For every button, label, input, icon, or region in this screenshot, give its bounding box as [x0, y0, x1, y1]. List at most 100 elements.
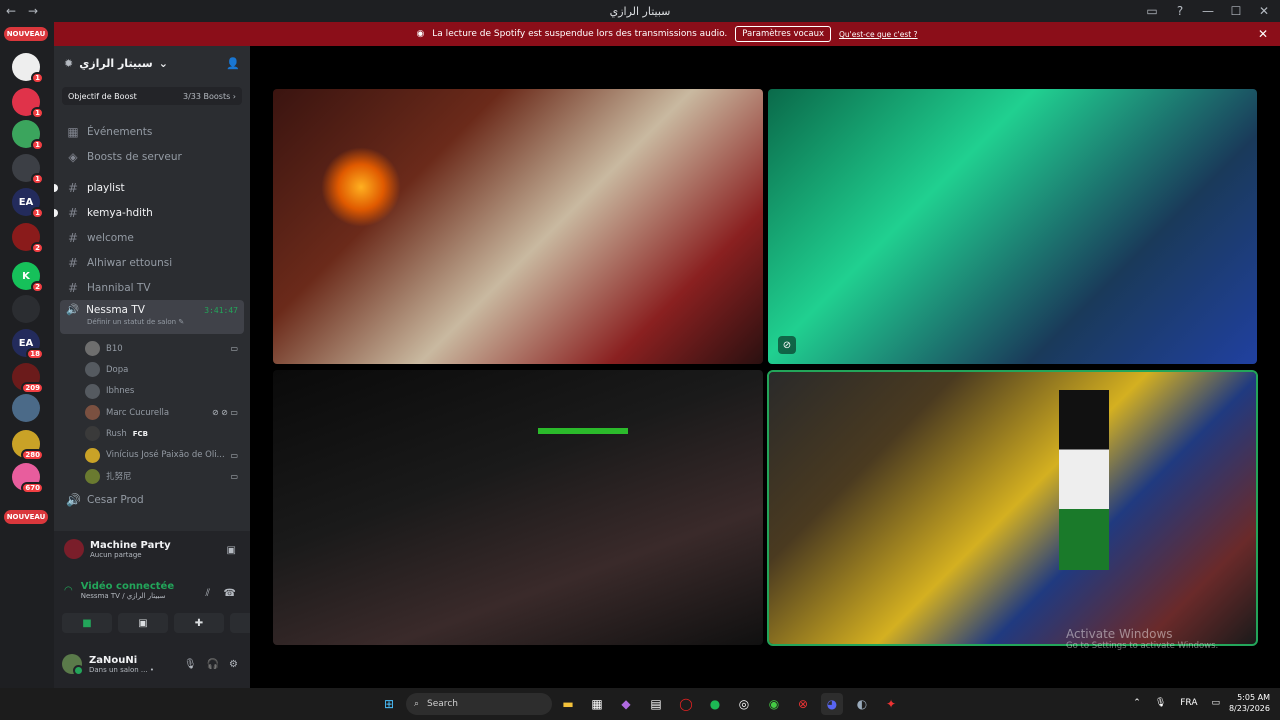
avatar: [85, 447, 100, 463]
app-icon[interactable]: ◎: [733, 693, 755, 715]
chevron-up-icon[interactable]: ⌃: [1133, 698, 1141, 708]
signal-icon[interactable]: ◠: [64, 585, 73, 596]
member-name: Marc Cucurella: [106, 407, 170, 418]
channel-label: Hannibal TV: [87, 281, 151, 294]
events-label: Événements: [87, 125, 153, 138]
settings-gear-icon[interactable]: ⚙: [229, 659, 238, 670]
voice-member[interactable]: 扎努尼 ▭: [54, 466, 250, 487]
back-icon[interactable]: ←: [0, 0, 22, 22]
voice-member[interactable]: Vinícius José Paixão de Oli... ▭: [54, 444, 250, 465]
channel-item[interactable]: # kemya-hdith: [54, 200, 250, 225]
voice-member[interactable]: Ibhnes: [54, 381, 250, 402]
add-member-icon[interactable]: 👤: [226, 57, 240, 70]
rtc-channel[interactable]: Nessma TV / سبيتار الرازي: [81, 592, 174, 600]
pencil-icon[interactable]: ✎: [178, 318, 184, 326]
microphone-icon[interactable]: 🎙: [184, 659, 197, 670]
search-box[interactable]: ⌕ Search: [406, 693, 552, 715]
video-tile[interactable]: [273, 89, 763, 364]
opera-icon[interactable]: ◯: [675, 693, 697, 715]
server-icon[interactable]: 670: [12, 463, 44, 494]
help-icon[interactable]: ?: [1168, 0, 1192, 22]
chevron-down-icon: ⌄: [158, 56, 168, 70]
voice-member[interactable]: Dopa: [54, 359, 250, 380]
server-boosts-item[interactable]: ◈ Boosts de serveur: [54, 144, 250, 169]
steam-icon[interactable]: ◐: [851, 693, 873, 715]
channel-status-label[interactable]: Définir un statut de salon: [87, 318, 176, 326]
channel-item[interactable]: # Alhiwar ettounsi: [54, 250, 250, 275]
app-icon[interactable]: ✦: [880, 693, 902, 715]
server-icon[interactable]: 1: [12, 88, 44, 119]
screen-share-icon[interactable]: ▣: [227, 545, 236, 556]
hash-icon: #: [67, 280, 79, 295]
server-icon[interactable]: [12, 295, 40, 323]
channel-item[interactable]: # Hannibal TV: [54, 275, 250, 300]
server-icon[interactable]: K2: [12, 262, 44, 293]
hash-icon: #: [67, 255, 79, 270]
channel-label: playlist: [87, 181, 125, 194]
copilot-icon[interactable]: ◆: [615, 693, 637, 715]
events-item[interactable]: ▦ Événements: [54, 119, 250, 144]
activities-button[interactable]: ✚: [174, 613, 224, 633]
taskbar: ⊞ ⌕ Search ▬ ▦ ◆ ▤ ◯ ● ◎ ◉ ⊗ ◕ ◐ ✦ ⌃ 🎙 FR…: [0, 688, 1280, 720]
microphone-icon[interactable]: 🎙: [1155, 698, 1166, 708]
what-is-this-link[interactable]: Qu'est-ce que c'est ?: [839, 30, 918, 39]
disconnect-icon[interactable]: ☎: [224, 588, 236, 599]
member-name: Dopa: [106, 364, 129, 375]
headphones-icon[interactable]: 🎧: [207, 659, 219, 670]
boost-goal[interactable]: Objectif de Boost 3/33 Boosts ›: [62, 87, 242, 105]
maximize-button[interactable]: ☐: [1224, 0, 1248, 22]
member-status-icons: ▭: [230, 471, 238, 481]
server-icon[interactable]: 1: [12, 154, 44, 185]
app-icon[interactable]: ⊗: [792, 693, 814, 715]
windows-start-icon[interactable]: ⊞: [378, 693, 400, 715]
activity-card[interactable]: Machine Party Aucun partage: [64, 539, 171, 559]
close-window-button[interactable]: ✕: [1252, 0, 1276, 22]
server-icon[interactable]: 1: [12, 120, 44, 151]
voice-settings-button[interactable]: Paramètres vocaux: [735, 26, 831, 42]
discord-icon[interactable]: ◕: [821, 693, 843, 715]
calculator-icon[interactable]: ▤: [645, 693, 667, 715]
server-icon[interactable]: EA 18: [12, 329, 44, 360]
channel-item[interactable]: # welcome: [54, 225, 250, 250]
spotify-icon[interactable]: ●: [704, 693, 726, 715]
server-initials: K: [22, 270, 30, 282]
close-icon[interactable]: ✕: [1258, 27, 1268, 41]
server-icon[interactable]: 1: [12, 53, 44, 84]
voice-channel-active[interactable]: 🔊 Nessma TV 3:41:47 Définir un statut de …: [60, 300, 244, 334]
noise-suppression-icon[interactable]: ⫽: [206, 588, 210, 599]
camera-button[interactable]: ■: [62, 613, 112, 633]
share-screen-button[interactable]: ▣: [118, 613, 168, 633]
language-indicator[interactable]: FRA: [1180, 698, 1197, 708]
hash-icon: #: [67, 180, 79, 195]
avatar: [85, 383, 100, 399]
channel-item[interactable]: # playlist: [54, 175, 250, 200]
server-list: NOUVEAU 1 1 1 1 EA 1 2 K 2 EA 18 209 280 670 NOUVEAU: [0, 22, 54, 688]
video-tile[interactable]: [273, 370, 763, 645]
inbox-icon[interactable]: ▭: [1140, 0, 1164, 22]
forward-icon[interactable]: →: [22, 0, 44, 22]
server-icon[interactable]: EA 1: [12, 188, 44, 219]
clock[interactable]: 5:05 AM 8/23/2026: [1229, 692, 1270, 714]
minimize-button[interactable]: —: [1196, 0, 1220, 22]
store-icon[interactable]: ▦: [586, 693, 608, 715]
boost-label: Objectif de Boost: [68, 91, 137, 101]
voice-channel-cesar-prod[interactable]: 🔊 Cesar Prod: [54, 487, 250, 512]
network-icon[interactable]: ▭: [1211, 698, 1220, 708]
video-tile-speaking[interactable]: [767, 370, 1258, 646]
guild-header[interactable]: ✹ سبيتار الرازي ⌄ 👤: [54, 45, 250, 81]
stream-muted-icon[interactable]: ⊘: [778, 336, 796, 354]
rtc-status: Vidéo connectée: [80, 581, 175, 592]
server-icon[interactable]: 2: [12, 223, 44, 254]
voice-member[interactable]: Marc Cucurella ⊘ ⊘ ▭: [54, 402, 250, 423]
avatar[interactable]: [62, 654, 84, 676]
voice-member[interactable]: Rush FCB: [54, 423, 250, 444]
member-name: Rush: [106, 428, 127, 439]
server-icon[interactable]: 209: [12, 363, 44, 394]
video-tile[interactable]: ⊘: [768, 89, 1257, 364]
server-icon[interactable]: [12, 394, 40, 422]
voice-member[interactable]: B10 ▭: [54, 338, 250, 359]
member-name: B10: [106, 343, 123, 354]
file-explorer-icon[interactable]: ▬: [557, 693, 579, 715]
chrome-icon[interactable]: ◉: [763, 693, 785, 715]
server-icon[interactable]: 280: [12, 430, 44, 461]
